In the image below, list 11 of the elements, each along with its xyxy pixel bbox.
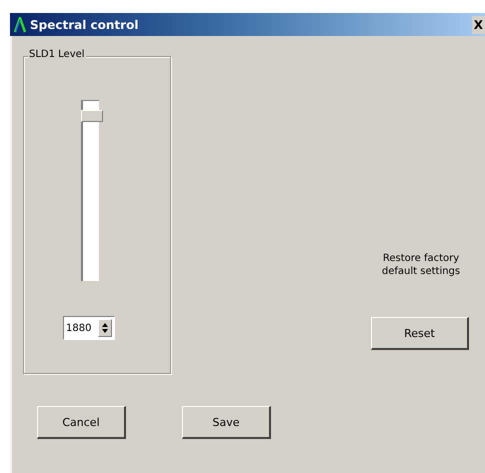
spin-arrows-icon[interactable]	[98, 319, 112, 337]
dialog-button[interactable]: Save	[182, 406, 271, 439]
restore-label: Restore factory default settings	[380, 252, 462, 278]
spin-box[interactable]: 1880	[63, 316, 115, 340]
logo-icon	[14, 16, 26, 32]
dialog-button[interactable]: Cancel	[37, 406, 126, 439]
reset-button[interactable]: Reset	[371, 317, 469, 350]
slider-thumb[interactable]	[81, 110, 103, 122]
group-title: SLD1 Level	[28, 49, 86, 60]
window-title: Spectral control	[30, 18, 140, 32]
close-button[interactable]: X	[472, 16, 485, 34]
